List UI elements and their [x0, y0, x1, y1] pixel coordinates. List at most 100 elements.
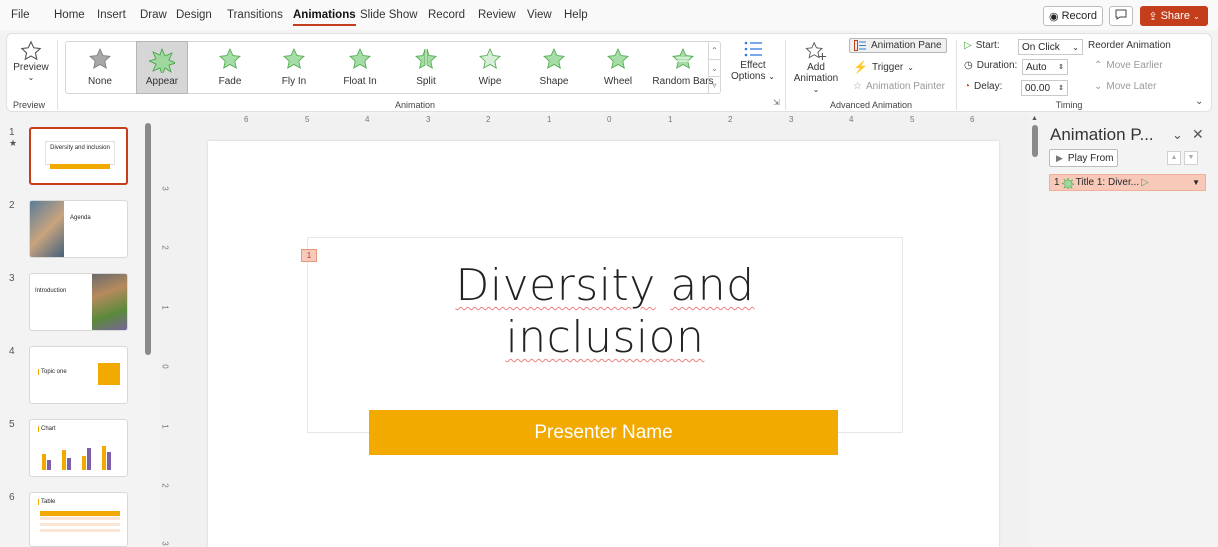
menu-design[interactable]: Design — [176, 9, 212, 21]
anim-label: Appear — [145, 76, 179, 87]
record-label: Record — [1061, 10, 1098, 22]
separator — [785, 40, 786, 110]
animation-order-tag[interactable]: 1 — [301, 249, 317, 262]
separator — [57, 40, 58, 110]
menu-insert[interactable]: Insert — [97, 9, 126, 21]
dialog-launcher-icon[interactable]: ⇲ — [773, 98, 780, 107]
thumb-title: Agenda — [70, 215, 91, 221]
anim-wheel[interactable]: Wheel — [590, 42, 646, 93]
delay-row: ◔ Delay: — [964, 81, 1002, 92]
anim-label: Float In — [343, 76, 377, 87]
trigger-button[interactable]: ⚡ Trigger ⌄ — [853, 60, 914, 74]
editor-scrollbar[interactable]: ▲ — [1029, 115, 1041, 547]
thumb-chart-icon — [42, 446, 111, 470]
menu-bar: File Home Insert Draw Design Transitions… — [0, 0, 1218, 30]
move-up-button[interactable]: ▲ — [1167, 151, 1181, 165]
scroll-up-icon[interactable]: ▲ — [1031, 115, 1038, 122]
animation-painter-label: Animation Painter — [865, 81, 945, 92]
delay-field[interactable]: 00.00 ⇕ — [1021, 80, 1068, 96]
star-burst-icon — [149, 47, 175, 73]
menu-view[interactable]: View — [527, 9, 552, 21]
thumbnail-slide-3[interactable]: Introduction — [29, 273, 128, 331]
ribbon-collapse-icon[interactable]: ⌄ — [1195, 96, 1203, 107]
gallery-scroll-up[interactable]: ⌃ — [708, 42, 720, 59]
menu-transitions[interactable]: Transitions — [227, 9, 283, 21]
comments-button[interactable] — [1109, 6, 1133, 26]
preview-label: Preview — [13, 62, 49, 73]
slide-canvas[interactable]: Diversity and inclusion 1 Presenter Name — [208, 141, 999, 547]
menu-file[interactable]: File — [11, 9, 30, 21]
vertical-ruler: 3 2 1 0 1 2 3 — [160, 141, 172, 547]
appear-star-icon — [1061, 176, 1074, 189]
anim-fade[interactable]: Fade — [202, 42, 258, 93]
start-select[interactable]: On Click ⌄ — [1018, 39, 1083, 55]
presenter-name-box[interactable]: Presenter Name — [369, 410, 838, 455]
scroll-thumb[interactable] — [1032, 125, 1038, 157]
play-triangle-icon: ▷ — [964, 40, 972, 51]
move-down-button[interactable]: ▼ — [1184, 151, 1198, 165]
delay-clock-icon: ◔ — [964, 81, 971, 92]
ruler-number: 5 — [910, 115, 915, 124]
menu-home[interactable]: Home — [54, 9, 85, 21]
ruler-number: 3 — [789, 115, 794, 124]
anim-shape[interactable]: Shape — [526, 42, 582, 93]
thumbnails-scrollbar[interactable] — [145, 123, 151, 355]
play-triangle-icon: ▷ — [1141, 177, 1149, 188]
gallery-scroll-down[interactable]: ⌄ — [708, 59, 720, 76]
effect-options-label-2: Options — [731, 71, 766, 82]
anim-float-in[interactable]: Float In — [330, 42, 390, 93]
menu-review[interactable]: Review — [478, 9, 516, 21]
add-animation-label: Add — [807, 62, 825, 73]
add-animation-button[interactable]: Add Animation ⌄ — [791, 40, 841, 95]
anim-none[interactable]: None — [72, 42, 128, 93]
animation-pane-button[interactable]: Animation Pane — [849, 38, 947, 53]
expand-icon: ▿ — [712, 80, 717, 90]
record-button[interactable]: ◉ Record — [1043, 6, 1103, 26]
dropdown-arrow-icon[interactable]: ▼ — [1192, 178, 1200, 187]
share-button[interactable]: ⇪ Share ⌄ — [1140, 6, 1208, 26]
thumbnail-slide-5[interactable]: Chart — [29, 419, 128, 477]
duration-row: ◷ Duration: — [964, 60, 1017, 71]
close-icon[interactable]: ✕ — [1192, 126, 1204, 143]
anim-wipe[interactable]: Wipe — [462, 42, 518, 93]
play-from-button[interactable]: ▶ Play From — [1049, 149, 1118, 167]
anim-random-bars[interactable]: Random Bars — [652, 42, 714, 93]
duration-field[interactable]: Auto ⇕ — [1022, 59, 1068, 75]
animation-painter-button[interactable]: ☆ Animation Painter — [853, 81, 945, 92]
anim-item-label: Title 1: Diver... — [1075, 177, 1140, 188]
effect-options-button[interactable]: Effect Options ⌄ — [731, 38, 775, 82]
title-placeholder[interactable]: Diversity and inclusion — [307, 237, 903, 433]
thumbnail-slide-2[interactable]: Agenda — [29, 200, 128, 258]
thumb-number: 6 — [9, 492, 15, 503]
thumbnail-slide-6[interactable]: Table — [29, 492, 128, 547]
gallery-expand[interactable]: ▿ — [708, 76, 720, 93]
thumbnail-slide-1[interactable]: Diversity and inclusion — [29, 127, 128, 185]
anim-label: Fade — [218, 76, 242, 87]
anim-appear[interactable]: Appear — [136, 41, 188, 94]
anim-fly-in[interactable]: Fly In — [266, 42, 322, 93]
star-bars-icon — [672, 48, 694, 69]
slide-title[interactable]: Diversity and inclusion — [308, 260, 902, 364]
chevron-down-icon[interactable]: ⌄ — [1172, 127, 1183, 143]
menu-draw[interactable]: Draw — [140, 9, 167, 21]
ruler-number: 6 — [244, 115, 249, 124]
menu-record[interactable]: Record — [428, 9, 465, 21]
ruler-number: 4 — [849, 115, 854, 124]
thumbnail-slide-4[interactable]: Topic one — [29, 346, 128, 404]
duration-label: Duration: — [976, 60, 1018, 71]
ruler-number: 0 — [607, 115, 612, 124]
menu-help[interactable]: Help — [564, 9, 588, 21]
ruler-number: 4 — [365, 115, 370, 124]
preview-button[interactable]: Preview ⌄ — [13, 40, 49, 82]
animation-list-item[interactable]: 1 Title 1: Diver... ▷ ▼ — [1049, 174, 1206, 191]
move-earlier-button[interactable]: ⌃ Move Earlier — [1094, 60, 1163, 71]
play-from-label: Play From — [1067, 152, 1114, 164]
menu-slide-show[interactable]: Slide Show — [360, 9, 418, 21]
anim-split[interactable]: Split — [398, 42, 454, 93]
move-later-button[interactable]: ⌄ Move Later — [1094, 81, 1156, 92]
anim-label: None — [88, 76, 112, 87]
anim-label: Split — [416, 76, 436, 87]
ruler-number: 1 — [160, 424, 170, 429]
thumb-title: Chart — [38, 426, 56, 432]
menu-animations[interactable]: Animations — [293, 9, 356, 26]
